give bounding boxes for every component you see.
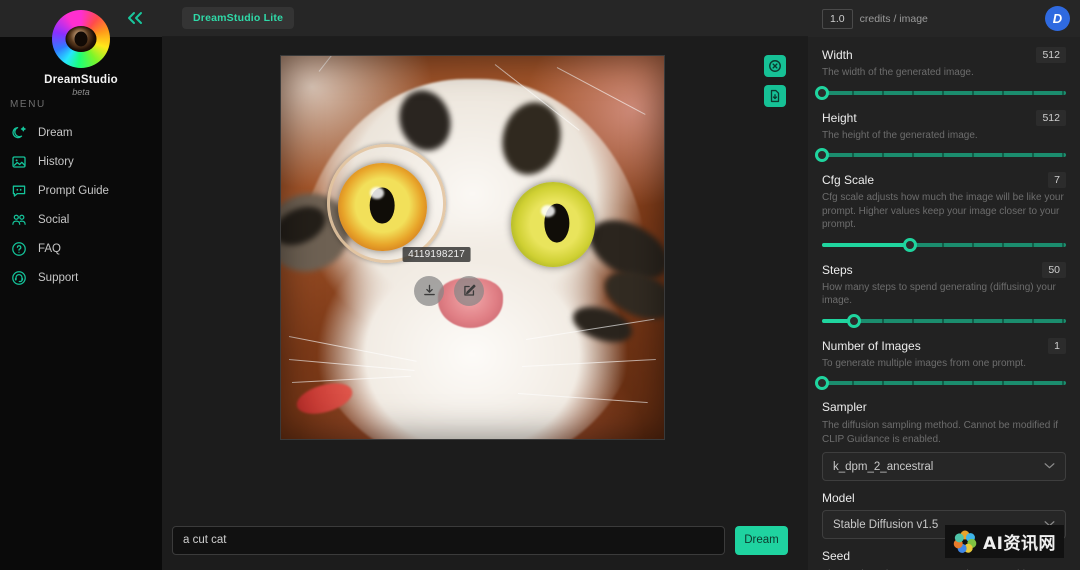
setting-height: Height 512 The height of the generated i…	[815, 109, 1066, 162]
setting-label: Sampler	[822, 400, 867, 414]
setting-description: The diffusion sampling method. Cannot be…	[822, 420, 1059, 445]
setting-value: 50	[1042, 261, 1066, 278]
download-icon[interactable]	[414, 275, 445, 306]
sidebar-item-social[interactable]: Social	[0, 205, 162, 234]
width-slider[interactable]	[815, 85, 1066, 100]
setting-value: 512	[1036, 109, 1066, 126]
prompt-bar: Dream	[162, 510, 808, 570]
sidebar-item-prompt-guide[interactable]: Prompt Guide	[0, 176, 162, 205]
avatar[interactable]: D	[1045, 6, 1070, 31]
setting-label: Cfg Scale	[822, 173, 875, 187]
number-of-images-slider[interactable]	[815, 376, 1066, 390]
cfg-scale-slider[interactable]	[822, 237, 1066, 252]
sampler-selected-value: k_dpm_2_ancestral	[833, 460, 934, 473]
sidebar-item-support[interactable]: Support	[0, 263, 162, 292]
setting-steps: Steps 50 How many steps to spend generat…	[822, 261, 1066, 328]
sidebar-item-history[interactable]: History	[0, 147, 162, 176]
main-canvas-area: DreamStudio Lite 4119198217 a cut cat Dr…	[162, 0, 808, 570]
sidebar-item-dream[interactable]: Dream	[0, 118, 162, 147]
image-action-buttons	[414, 275, 485, 306]
brand-name: DreamStudio	[44, 74, 118, 86]
setting-number-of-images: Number of Images 1 To generate multiple …	[815, 337, 1066, 390]
sidebar-item-label: FAQ	[38, 242, 62, 255]
prompt-input[interactable]	[172, 525, 725, 555]
quote-bubble-icon	[10, 182, 27, 199]
credits-value: 1.0	[822, 8, 853, 29]
settings-panel: 1.0 credits / image D Width 512 The widt…	[808, 0, 1080, 570]
setting-description: The width of the generated image.	[822, 67, 974, 78]
sidebar-item-label: Social	[38, 213, 70, 226]
close-circle-icon[interactable]	[764, 55, 786, 77]
setting-label: Number of Images	[822, 338, 921, 353]
setting-description: The height of the generated image.	[822, 129, 978, 141]
sidebar-item-label: Support	[38, 271, 79, 284]
generated-image[interactable]	[280, 55, 665, 440]
setting-cfg-scale: Cfg Scale 7 Cfg scale adjusts how much t…	[822, 172, 1066, 252]
watermark-text: AI资讯网	[983, 534, 1056, 554]
sidebar: DreamStudio beta MENU Dream History Prom…	[0, 0, 162, 570]
menu-heading: MENU	[10, 99, 46, 110]
sampler-select[interactable]: k_dpm_2_ancestral	[822, 452, 1066, 481]
model-selected-value: Stable Diffusion v1.5	[833, 518, 939, 531]
setting-description: How many steps to spend generating (diff…	[822, 281, 1056, 307]
setting-label: Steps	[822, 262, 853, 277]
credits-indicator: 1.0 credits / image	[822, 8, 928, 29]
height-slider[interactable]	[815, 148, 1066, 162]
sidebar-item-label: History	[38, 155, 74, 168]
dreamstudio-lite-badge[interactable]: DreamStudio Lite	[182, 7, 295, 29]
headset-circle-icon	[10, 269, 27, 286]
dreamstudio-app: DreamStudio beta MENU Dream History Prom…	[0, 0, 1080, 570]
rainbow-eye-logo	[52, 10, 110, 68]
image-icon	[10, 153, 27, 170]
brand-subtitle: beta	[72, 87, 90, 97]
setting-label: Height	[822, 110, 857, 125]
edit-pencil-icon[interactable]	[454, 275, 485, 306]
settings-list: Width 512 The width of the generated ima…	[808, 37, 1080, 570]
file-download-icon[interactable]	[764, 85, 786, 107]
setting-value: 512	[1036, 47, 1066, 63]
question-circle-icon	[10, 240, 27, 257]
setting-value: 7	[1048, 172, 1066, 188]
sidebar-menu: Dream History Prompt Guide Social FAQ Su…	[0, 118, 162, 292]
seed-value-chip: 4119198217	[402, 247, 471, 263]
credits-label: credits / image	[859, 12, 928, 25]
setting-description: Cfg scale adjusts how much the image wil…	[822, 192, 1064, 230]
setting-label: Width	[822, 48, 853, 62]
setting-label: Model	[822, 491, 855, 505]
brand-block: DreamStudio beta	[0, 10, 162, 97]
canvas: 4119198217	[162, 37, 808, 510]
chevron-down-icon	[1044, 461, 1055, 472]
sidebar-item-faq[interactable]: FAQ	[0, 234, 162, 263]
dream-button[interactable]: Dream	[735, 525, 788, 555]
settings-header: 1.0 credits / image D	[808, 0, 1080, 37]
people-icon	[10, 211, 27, 228]
setting-description: To generate multiple images from one pro…	[822, 357, 1026, 369]
setting-value: 1	[1048, 337, 1066, 354]
moon-sparkle-icon	[10, 124, 27, 141]
sidebar-item-label: Prompt Guide	[38, 184, 109, 197]
setting-sampler: Sampler The diffusion sampling method. C…	[822, 400, 1066, 481]
sidebar-item-label: Dream	[38, 126, 73, 139]
cat-eye-right	[510, 182, 596, 267]
setting-width: Width 512 The width of the generated ima…	[815, 47, 1066, 100]
top-bar: DreamStudio Lite	[162, 0, 808, 37]
canvas-tools	[764, 55, 786, 107]
steps-slider[interactable]	[822, 313, 1066, 328]
flower-logo-icon	[952, 530, 978, 554]
watermark: AI资讯网	[945, 525, 1064, 558]
